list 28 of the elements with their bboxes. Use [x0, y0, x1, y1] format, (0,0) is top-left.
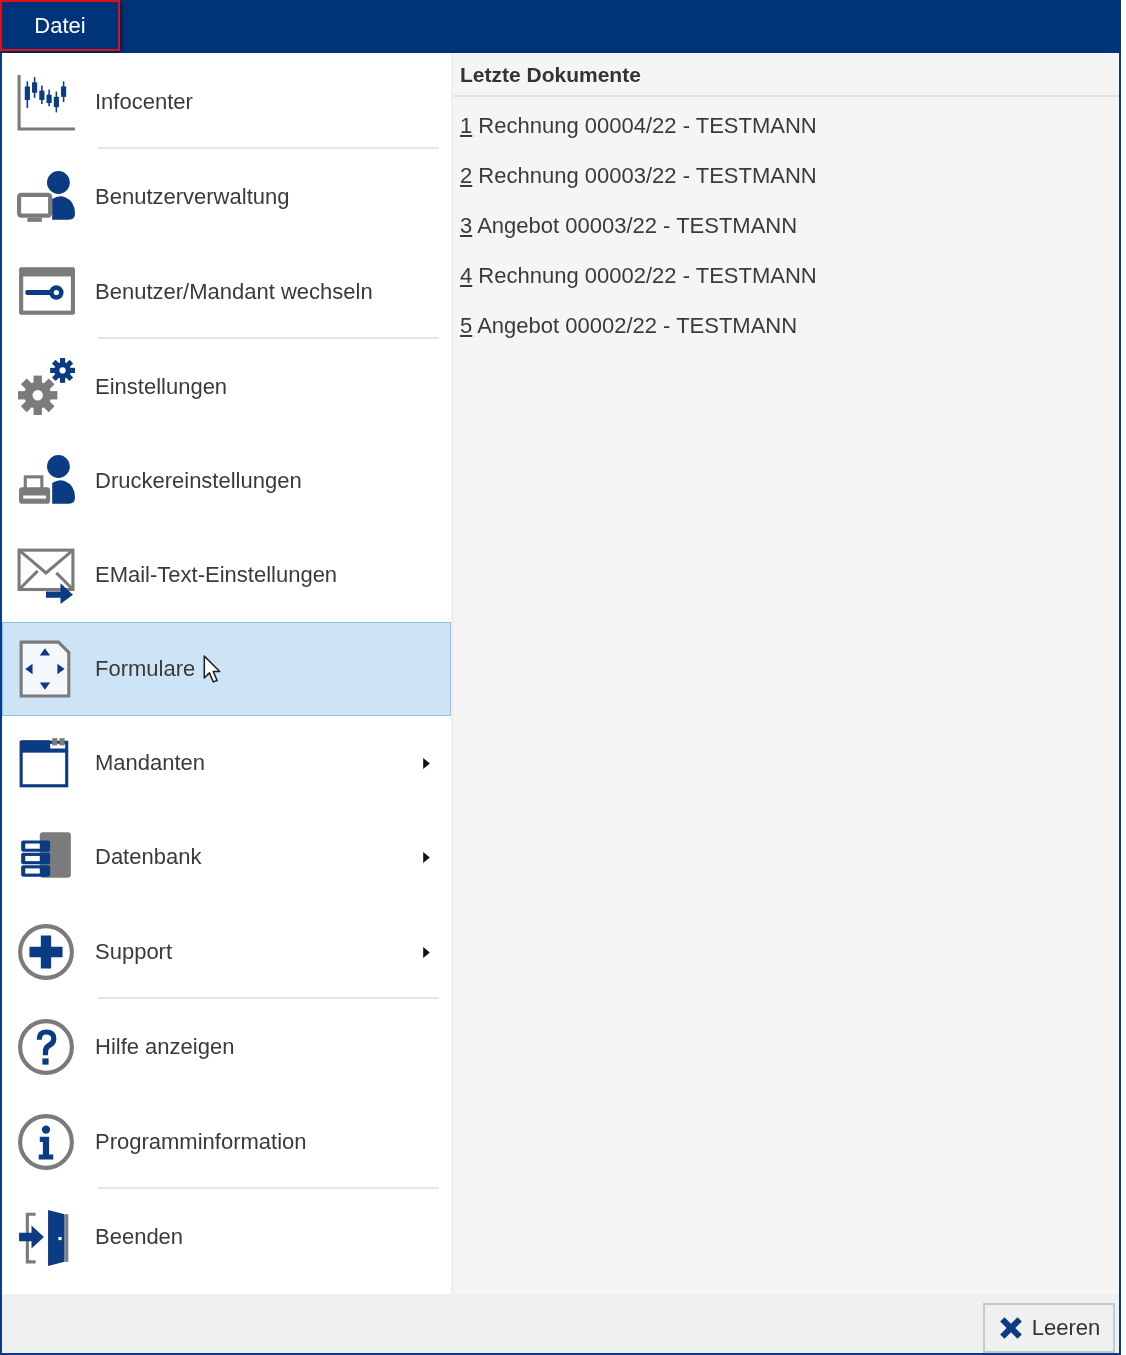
menu-item[interactable]: Beenden	[2, 1190, 451, 1284]
submenu-arrow-icon	[423, 757, 430, 769]
info-icon	[17, 1113, 75, 1171]
recent-document-item[interactable]: 1 Rechnung 00004/22 - TESTMANN	[454, 101, 1119, 151]
recent-document-item[interactable]: 3 Angebot 00003/22 - TESTMANN	[454, 201, 1119, 251]
help-icon	[17, 1018, 75, 1076]
submenu-arrow-icon	[423, 851, 430, 863]
gears-icon	[17, 358, 75, 416]
plus-circle-icon	[17, 923, 75, 981]
file-tab[interactable]: Datei	[0, 0, 120, 51]
clear-button[interactable]: Leeren	[983, 1303, 1115, 1353]
envelope-arrow-icon	[17, 546, 75, 604]
candlestick-chart-icon	[17, 73, 75, 131]
menu-item[interactable]: Benutzerverwaltung	[2, 150, 451, 244]
menu-item[interactable]: Mandanten	[2, 716, 451, 810]
submenu-arrow-icon	[423, 946, 430, 958]
menu-item[interactable]: Formulare	[2, 622, 451, 716]
recent-document-item[interactable]: 2 Rechnung 00003/22 - TESTMANN	[454, 151, 1119, 201]
section-heading: Letzte Dokumente	[454, 53, 1119, 97]
recent-document-item[interactable]: 4 Rechnung 00002/22 - TESTMANN	[454, 251, 1119, 301]
menu-item[interactable]: Datenbank	[2, 810, 451, 904]
mouse-pointer-icon	[203, 654, 222, 684]
menu-item[interactable]: Einstellungen	[2, 340, 451, 434]
menu-item[interactable]: Druckereinstellungen	[2, 434, 451, 528]
menu-item[interactable]: Hilfe anzeigen	[2, 1000, 451, 1094]
menu-item[interactable]: EMail-Text-Einstellungen	[2, 528, 451, 622]
recent-document-item[interactable]: 5 Angebot 00002/22 - TESTMANN	[454, 301, 1119, 351]
close-icon	[997, 1315, 1024, 1341]
